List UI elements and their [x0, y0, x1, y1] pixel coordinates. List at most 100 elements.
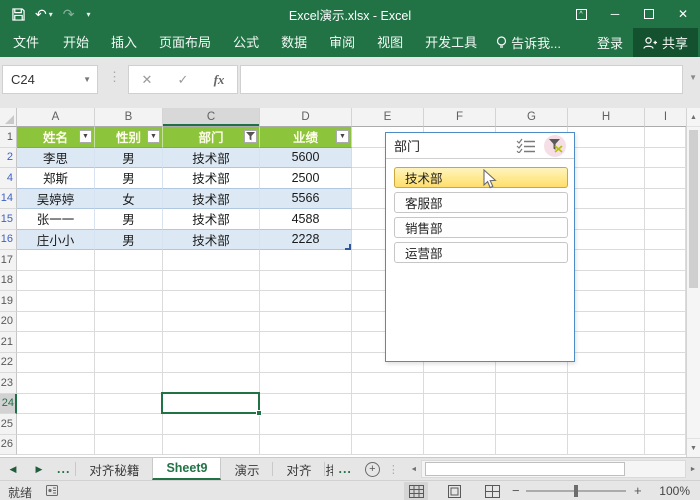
cell[interactable]: 男	[95, 148, 163, 169]
row-header-2[interactable]: 2	[0, 148, 17, 169]
cell[interactable]	[95, 332, 163, 353]
cell[interactable]	[568, 271, 645, 292]
cell[interactable]: 2228	[260, 230, 352, 251]
cell[interactable]	[95, 291, 163, 312]
cell[interactable]	[95, 271, 163, 292]
cell[interactable]	[260, 353, 352, 374]
sign-in-button[interactable]: 登录	[587, 33, 633, 52]
sheet-tab-yanshi[interactable]: 演示	[221, 458, 272, 480]
name-box[interactable]: C24 ▼	[2, 65, 98, 94]
zoom-in-button[interactable]: +	[634, 483, 642, 498]
column-header-H[interactable]: H	[568, 108, 645, 127]
save-button[interactable]	[12, 8, 25, 21]
cell[interactable]	[645, 127, 686, 148]
undo-caret-icon[interactable]: ▾	[49, 10, 53, 19]
cell[interactable]	[163, 373, 260, 394]
cell[interactable]	[95, 435, 163, 456]
cell[interactable]	[163, 312, 260, 333]
tab-view[interactable]: 视图	[366, 28, 414, 57]
cell[interactable]	[645, 148, 686, 169]
select-all-corner[interactable]	[0, 108, 17, 127]
sheet-tab-duiqi[interactable]: 对齐	[273, 458, 324, 480]
cell[interactable]	[424, 394, 496, 415]
row-header-17[interactable]: 17	[0, 250, 17, 271]
cell[interactable]: 李思	[17, 148, 95, 169]
more-sheets-right[interactable]: ...	[333, 458, 356, 480]
cell[interactable]	[260, 414, 352, 435]
cell[interactable]	[163, 435, 260, 456]
cell[interactable]	[95, 312, 163, 333]
cell[interactable]	[424, 414, 496, 435]
vertical-scrollbar[interactable]: ▲ ▼	[686, 108, 700, 457]
column-header-A[interactable]: A	[17, 108, 95, 127]
cell[interactable]: 张一一	[17, 209, 95, 230]
normal-view-button[interactable]	[404, 482, 428, 500]
row-header-18[interactable]: 18	[0, 271, 17, 292]
cell[interactable]	[568, 148, 645, 169]
row-header-14[interactable]: 14	[0, 189, 17, 210]
cell[interactable]	[645, 209, 686, 230]
cell[interactable]	[352, 373, 424, 394]
customize-qat-button[interactable]: ▾	[84, 10, 90, 19]
cell[interactable]	[260, 312, 352, 333]
cell[interactable]	[260, 435, 352, 456]
column-header-D[interactable]: D	[260, 108, 352, 127]
share-button[interactable]: 共享	[633, 28, 698, 57]
row-header-26[interactable]: 26	[0, 435, 17, 456]
cell[interactable]	[17, 373, 95, 394]
cell[interactable]	[95, 353, 163, 374]
enter-button[interactable]: ✓	[165, 66, 201, 93]
cell[interactable]: 庄小小	[17, 230, 95, 251]
scroll-up-button[interactable]: ▲	[687, 108, 700, 127]
cell[interactable]: 技术部	[163, 148, 260, 169]
row-header-1[interactable]: 1	[0, 127, 17, 148]
cell[interactable]	[163, 271, 260, 292]
tab-page-layout[interactable]: 页面布局	[148, 28, 222, 57]
row-header-19[interactable]: 19	[0, 291, 17, 312]
cell[interactable]	[568, 394, 645, 415]
minimize-button[interactable]: ─	[598, 0, 632, 28]
filter-dropdown-name[interactable]: ▼	[79, 130, 92, 143]
row-header-24-selected[interactable]: 24	[0, 394, 17, 415]
next-sheet-button[interactable]: ▶	[26, 458, 52, 480]
cell[interactable]	[645, 312, 686, 333]
cell[interactable]	[645, 291, 686, 312]
cell[interactable]: 2500	[260, 168, 352, 189]
cell[interactable]	[645, 250, 686, 271]
horizontal-scrollbar[interactable]: ◄ ►	[407, 460, 700, 478]
slicer-item-xiaoshoubu[interactable]: 销售部	[394, 217, 568, 238]
column-header-C[interactable]: C	[163, 108, 260, 127]
new-sheet-button[interactable]: +	[365, 458, 380, 480]
cell[interactable]	[645, 394, 686, 415]
row-header-21[interactable]: 21	[0, 332, 17, 353]
cell[interactable]	[352, 414, 424, 435]
cell[interactable]	[17, 353, 95, 374]
cell[interactable]	[645, 414, 686, 435]
tab-developer[interactable]: 开发工具	[414, 28, 488, 57]
row-header-4[interactable]: 4	[0, 168, 17, 189]
header-cell-gender[interactable]: 性别▼	[95, 127, 163, 148]
tab-insert[interactable]: 插入	[100, 28, 148, 57]
tab-file[interactable]: 文件	[0, 28, 52, 57]
fill-handle[interactable]	[256, 410, 262, 416]
cell[interactable]: 技术部	[163, 168, 260, 189]
slicer-item-kefubu[interactable]: 客服部	[394, 192, 568, 213]
cell[interactable]	[568, 312, 645, 333]
partial-sheet-tab[interactable]: 排	[325, 458, 333, 480]
sheet-tab-sheet9-active[interactable]: Sheet9	[152, 458, 221, 480]
cell[interactable]	[352, 435, 424, 456]
row-header-25[interactable]: 25	[0, 414, 17, 435]
scroll-right-button[interactable]: ►	[686, 466, 700, 473]
slicer-panel-department[interactable]: 部门 技术部 客服部 销售部 运营部	[385, 132, 575, 362]
cell[interactable]	[17, 414, 95, 435]
cell[interactable]	[568, 168, 645, 189]
cell[interactable]	[260, 332, 352, 353]
filter-dropdown-score[interactable]: ▼	[336, 130, 349, 143]
horizontal-scroll-track[interactable]	[421, 460, 686, 478]
row-header-15[interactable]: 15	[0, 209, 17, 230]
sheet-tab-duiqimiji[interactable]: 对齐秘籍	[76, 458, 152, 480]
tell-me-box[interactable]: 告诉我...	[488, 33, 569, 52]
cell[interactable]	[163, 414, 260, 435]
cell[interactable]	[496, 373, 568, 394]
cell[interactable]: 5600	[260, 148, 352, 169]
